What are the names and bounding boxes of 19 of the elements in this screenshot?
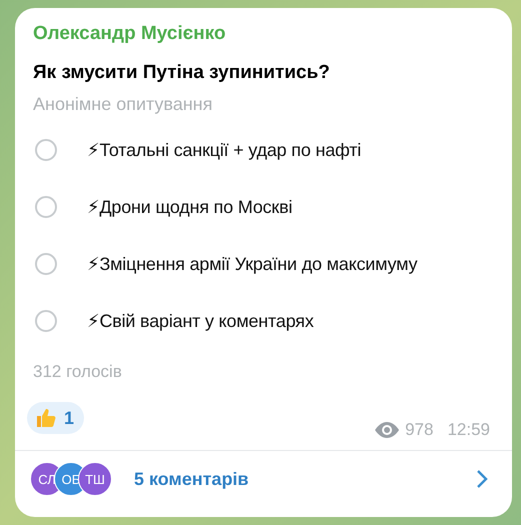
reaction-button[interactable]: 1: [27, 402, 84, 434]
poll-type: Анонімне опитування: [32, 94, 212, 115]
option-label[interactable]: ⚡Свій варіант у коментарях: [87, 310, 314, 332]
vote-count: 312 голосів: [32, 362, 122, 382]
radio-button[interactable]: [35, 253, 57, 275]
chevron-right-icon[interactable]: [476, 469, 488, 489]
comments-link[interactable]: 5 коментарів: [134, 468, 476, 490]
radio-button[interactable]: [35, 196, 57, 218]
radio-button[interactable]: [35, 310, 57, 332]
option-label[interactable]: ⚡Тотальні санкції + удар по нафті: [87, 140, 362, 160]
option-label[interactable]: ⚡Дрони щодня по Москві: [87, 196, 292, 218]
option-label[interactable]: ⚡Зміцнення армії України до максимуму: [87, 254, 418, 274]
eye-icon: [375, 422, 400, 438]
thumbs-up-icon: [34, 406, 58, 430]
avatar: ТШ: [78, 462, 112, 496]
view-count: 978: [405, 420, 434, 440]
poll-question: Як змусити Путіна зупинитись?: [32, 62, 330, 84]
message-time: 12:59: [447, 420, 490, 440]
radio-button[interactable]: [35, 139, 57, 161]
